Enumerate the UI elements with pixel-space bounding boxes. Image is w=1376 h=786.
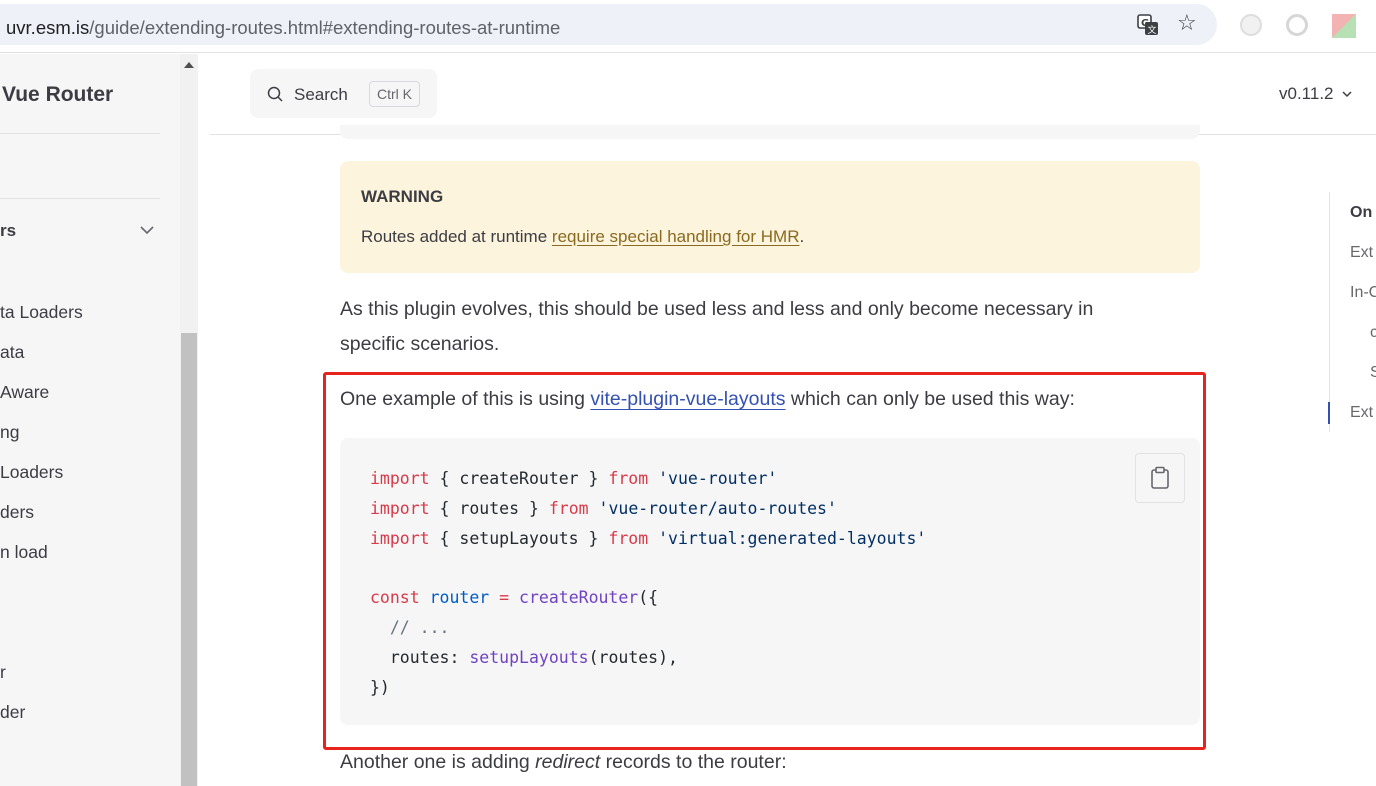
- hmr-link[interactable]: require special handling for HMR: [552, 227, 800, 246]
- search-label: Search: [294, 85, 348, 104]
- url-text[interactable]: uvr.esm.is/guide/extending-routes.html#e…: [6, 17, 560, 39]
- outline-track: [1329, 192, 1330, 432]
- outline-title: On: [1350, 204, 1373, 221]
- chevron-down-icon[interactable]: [1341, 88, 1353, 100]
- warning-title: WARNING: [361, 187, 444, 206]
- translate-icon[interactable]: G 文: [1137, 14, 1159, 36]
- url-domain: uvr.esm.is: [6, 17, 90, 38]
- paragraph: Another one is adding redirect records t…: [340, 751, 787, 773]
- outline-item[interactable]: Ext: [1350, 244, 1373, 262]
- outline-item[interactable]: S: [1370, 364, 1376, 382]
- outline-item[interactable]: c: [1370, 324, 1376, 342]
- divider: [0, 198, 160, 199]
- version-menu[interactable]: v0.11.2: [1279, 84, 1334, 104]
- warning-callout: WARNING Routes added at runtime require …: [340, 161, 1200, 273]
- outline-active-marker: [1328, 402, 1330, 424]
- sidebar-item[interactable]: Loaders: [0, 462, 63, 483]
- outline-item[interactable]: In-C: [1350, 284, 1376, 302]
- site-title[interactable]: Vue Router: [2, 83, 113, 107]
- paragraph: specific scenarios.: [340, 333, 500, 355]
- sidebar-item[interactable]: ata: [0, 342, 24, 363]
- sidebar-item[interactable]: ng: [0, 422, 19, 443]
- warning-text: Routes added at runtime require special …: [361, 227, 805, 246]
- highlight-box: [323, 372, 1206, 750]
- sidebar-item[interactable]: n load: [0, 542, 48, 563]
- extension-icon[interactable]: [1286, 14, 1308, 36]
- svg-text:文: 文: [1148, 24, 1157, 36]
- profile-icon[interactable]: [1332, 14, 1356, 38]
- top-nav: Search Ctrl K v0.11.2: [210, 54, 1376, 135]
- sidebar-item[interactable]: der: [0, 702, 25, 723]
- paragraph: As this plugin evolves, this should be u…: [340, 298, 1094, 320]
- outline-item[interactable]: Ext: [1350, 404, 1373, 422]
- divider: [0, 133, 160, 134]
- sidebar-item[interactable]: r: [0, 662, 6, 683]
- scroll-up-arrow-icon[interactable]: [184, 62, 194, 68]
- sidebar: Vue Router rs ta Loaders ata Aware ng Lo…: [0, 54, 198, 786]
- sidebar-item[interactable]: ta Loaders: [0, 302, 83, 323]
- keyboard-shortcut: Ctrl K: [369, 81, 420, 107]
- url-path: /guide/extending-routes.html#extending-r…: [89, 17, 561, 38]
- bookmark-star-icon[interactable]: ☆: [1177, 12, 1199, 34]
- search-icon: [267, 86, 283, 102]
- code-block-edge: [340, 125, 1200, 139]
- extension-icon[interactable]: [1240, 14, 1262, 36]
- address-bar[interactable]: uvr.esm.is/guide/extending-routes.html#e…: [0, 4, 1217, 45]
- search-button[interactable]: Search Ctrl K: [250, 69, 437, 118]
- sidebar-item[interactable]: ders: [0, 502, 34, 523]
- scrollbar-thumb[interactable]: [181, 333, 197, 786]
- browser-toolbar: uvr.esm.is/guide/extending-routes.html#e…: [0, 0, 1376, 53]
- sidebar-item[interactable]: Aware: [0, 382, 49, 403]
- sidebar-group-title[interactable]: rs: [0, 221, 16, 241]
- chevron-down-icon[interactable]: [139, 222, 155, 238]
